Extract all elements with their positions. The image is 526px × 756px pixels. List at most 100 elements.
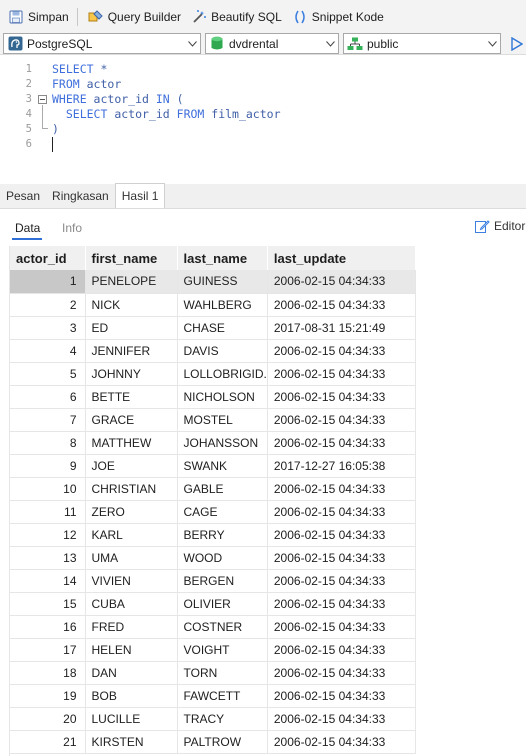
cell-actor-id[interactable]: 14 xyxy=(10,569,86,593)
table-row[interactable]: 21 KIRSTEN PALTROW 2006-02-15 04:34:33 xyxy=(10,730,416,754)
cell-last-update[interactable]: 2017-12-27 16:05:38 xyxy=(267,454,416,478)
cell-last-update[interactable]: 2006-02-15 04:34:33 xyxy=(267,408,416,432)
table-row[interactable]: 6 BETTE NICHOLSON 2006-02-15 04:34:33 xyxy=(10,385,416,409)
cell-last-update[interactable]: 2006-02-15 04:34:33 xyxy=(267,546,416,570)
table-row[interactable]: 13 UMA WOOD 2006-02-15 04:34:33 xyxy=(10,546,416,570)
table-row[interactable]: 15 CUBA OLIVIER 2006-02-15 04:34:33 xyxy=(10,592,416,616)
cell-last-name[interactable]: PALTROW xyxy=(177,730,268,754)
cell-actor-id[interactable]: 17 xyxy=(10,638,86,662)
cell-last-name[interactable]: GABLE xyxy=(177,477,268,501)
cell-first-name[interactable]: GRACE xyxy=(85,408,178,432)
table-row[interactable]: 8 MATTHEW JOHANSSON 2006-02-15 04:34:33 xyxy=(10,431,416,455)
cell-last-update[interactable]: 2006-02-15 04:34:33 xyxy=(267,523,416,547)
cell-first-name[interactable]: PENELOPE xyxy=(85,270,178,294)
tab-result-1[interactable]: Hasil 1 xyxy=(114,183,166,208)
result-grid[interactable]: actor_id first_name last_name last_updat… xyxy=(0,246,526,756)
run-query-button[interactable] xyxy=(508,35,526,53)
table-row[interactable]: 4 JENNIFER DAVIS 2006-02-15 04:34:33 xyxy=(10,339,416,363)
table-row[interactable]: 2 NICK WAHLBERG 2006-02-15 04:34:33 xyxy=(10,293,416,317)
cell-first-name[interactable]: JENNIFER xyxy=(85,339,178,363)
cell-last-name[interactable]: CAGE xyxy=(177,500,268,524)
table-row[interactable]: 17 HELEN VOIGHT 2006-02-15 04:34:33 xyxy=(10,638,416,662)
tab-summary[interactable]: Ringkasan xyxy=(46,184,115,208)
cell-last-name[interactable]: CHASE xyxy=(177,316,268,340)
query-builder-button[interactable]: Query Builder xyxy=(84,4,185,30)
cell-first-name[interactable]: NICK xyxy=(85,293,178,317)
cell-actor-id[interactable]: 13 xyxy=(10,546,86,570)
cell-last-name[interactable]: COSTNER xyxy=(177,615,268,639)
cell-first-name[interactable]: CUBA xyxy=(85,592,178,616)
cell-last-name[interactable]: BERRY xyxy=(177,523,268,547)
cell-first-name[interactable]: ZERO xyxy=(85,500,178,524)
cell-last-name[interactable]: SWANK xyxy=(177,454,268,478)
cell-last-update[interactable]: 2006-02-15 04:34:33 xyxy=(267,339,416,363)
cell-first-name[interactable]: JOHNNY xyxy=(85,362,178,386)
cell-first-name[interactable]: KIRSTEN xyxy=(85,730,178,754)
table-row[interactable]: 14 VIVIEN BERGEN 2006-02-15 04:34:33 xyxy=(10,569,416,593)
cell-actor-id[interactable]: 1 xyxy=(10,270,86,294)
cell-first-name[interactable]: HELEN xyxy=(85,638,178,662)
cell-actor-id[interactable]: 10 xyxy=(10,477,86,501)
cell-first-name[interactable]: ED xyxy=(85,316,178,340)
database-select[interactable]: dvdrental xyxy=(205,33,339,54)
table-row[interactable]: 10 CHRISTIAN GABLE 2006-02-15 04:34:33 xyxy=(10,477,416,501)
cell-last-update[interactable]: 2017-08-31 15:21:49 xyxy=(267,316,416,340)
beautify-sql-button[interactable]: Beautify SQL xyxy=(187,4,286,30)
table-row[interactable]: 12 KARL BERRY 2006-02-15 04:34:33 xyxy=(10,523,416,547)
form-editor-button[interactable]: Editor xyxy=(474,218,525,234)
cell-first-name[interactable]: BETTE xyxy=(85,385,178,409)
cell-actor-id[interactable]: 8 xyxy=(10,431,86,455)
cell-first-name[interactable]: JOE xyxy=(85,454,178,478)
table-row[interactable]: 20 LUCILLE TRACY 2006-02-15 04:34:33 xyxy=(10,707,416,731)
save-button[interactable]: Simpan xyxy=(4,4,73,30)
cell-last-update[interactable]: 2006-02-15 04:34:33 xyxy=(267,385,416,409)
cell-last-update[interactable]: 2006-02-15 04:34:33 xyxy=(267,661,416,685)
table-row[interactable]: 16 FRED COSTNER 2006-02-15 04:34:33 xyxy=(10,615,416,639)
cell-last-update[interactable]: 2006-02-15 04:34:33 xyxy=(267,638,416,662)
cell-actor-id[interactable]: 2 xyxy=(10,293,86,317)
cell-actor-id[interactable]: 11 xyxy=(10,500,86,524)
tab-info[interactable]: Info xyxy=(62,221,82,235)
cell-actor-id[interactable]: 12 xyxy=(10,523,86,547)
cell-actor-id[interactable]: 5 xyxy=(10,362,86,386)
cell-last-name[interactable]: WOOD xyxy=(177,546,268,570)
cell-actor-id[interactable]: 15 xyxy=(10,592,86,616)
cell-last-update[interactable]: 2006-02-15 04:34:33 xyxy=(267,730,416,754)
cell-last-name[interactable]: DAVIS xyxy=(177,339,268,363)
column-header-last-update[interactable]: last_update xyxy=(267,246,416,270)
cell-last-name[interactable]: GUINESS xyxy=(177,270,268,294)
column-header-actor-id[interactable]: actor_id xyxy=(10,246,86,270)
cell-last-update[interactable]: 2006-02-15 04:34:33 xyxy=(267,362,416,386)
connection-select[interactable]: PostgreSQL xyxy=(3,33,201,54)
table-row[interactable]: 3 ED CHASE 2017-08-31 15:21:49 xyxy=(10,316,416,340)
cell-first-name[interactable]: MATTHEW xyxy=(85,431,178,455)
cell-last-name[interactable]: TORN xyxy=(177,661,268,685)
cell-first-name[interactable]: UMA xyxy=(85,546,178,570)
cell-last-update[interactable]: 2006-02-15 04:34:33 xyxy=(267,293,416,317)
cell-last-name[interactable]: TRACY xyxy=(177,707,268,731)
tab-data[interactable]: Data xyxy=(15,221,40,235)
table-row[interactable]: 11 ZERO CAGE 2006-02-15 04:34:33 xyxy=(10,500,416,524)
cell-last-update[interactable]: 2006-02-15 04:34:33 xyxy=(267,500,416,524)
cell-last-name[interactable]: VOIGHT xyxy=(177,638,268,662)
table-row[interactable]: 5 JOHNNY LOLLOBRIGID. 2006-02-15 04:34:33 xyxy=(10,362,416,386)
code-snippet-button[interactable]: Snippet Kode xyxy=(288,4,388,30)
cell-last-name[interactable]: WAHLBERG xyxy=(177,293,268,317)
cell-last-update[interactable]: 2006-02-15 04:34:33 xyxy=(267,431,416,455)
cell-actor-id[interactable]: 18 xyxy=(10,661,86,685)
cell-first-name[interactable]: KARL xyxy=(85,523,178,547)
cell-actor-id[interactable]: 16 xyxy=(10,615,86,639)
column-header-last-name[interactable]: last_name xyxy=(177,246,268,270)
cell-actor-id[interactable]: 3 xyxy=(10,316,86,340)
cell-last-update[interactable]: 2006-02-15 04:34:33 xyxy=(267,592,416,616)
cell-last-update[interactable]: 2006-02-15 04:34:33 xyxy=(267,270,416,294)
cell-actor-id[interactable]: 6 xyxy=(10,385,86,409)
cell-first-name[interactable]: DAN xyxy=(85,661,178,685)
cell-actor-id[interactable]: 4 xyxy=(10,339,86,363)
cell-actor-id[interactable]: 7 xyxy=(10,408,86,432)
cell-last-update[interactable]: 2006-02-15 04:34:33 xyxy=(267,569,416,593)
cell-actor-id[interactable]: 9 xyxy=(10,454,86,478)
cell-first-name[interactable]: CHRISTIAN xyxy=(85,477,178,501)
schema-select[interactable]: public xyxy=(343,33,501,54)
cell-first-name[interactable]: VIVIEN xyxy=(85,569,178,593)
